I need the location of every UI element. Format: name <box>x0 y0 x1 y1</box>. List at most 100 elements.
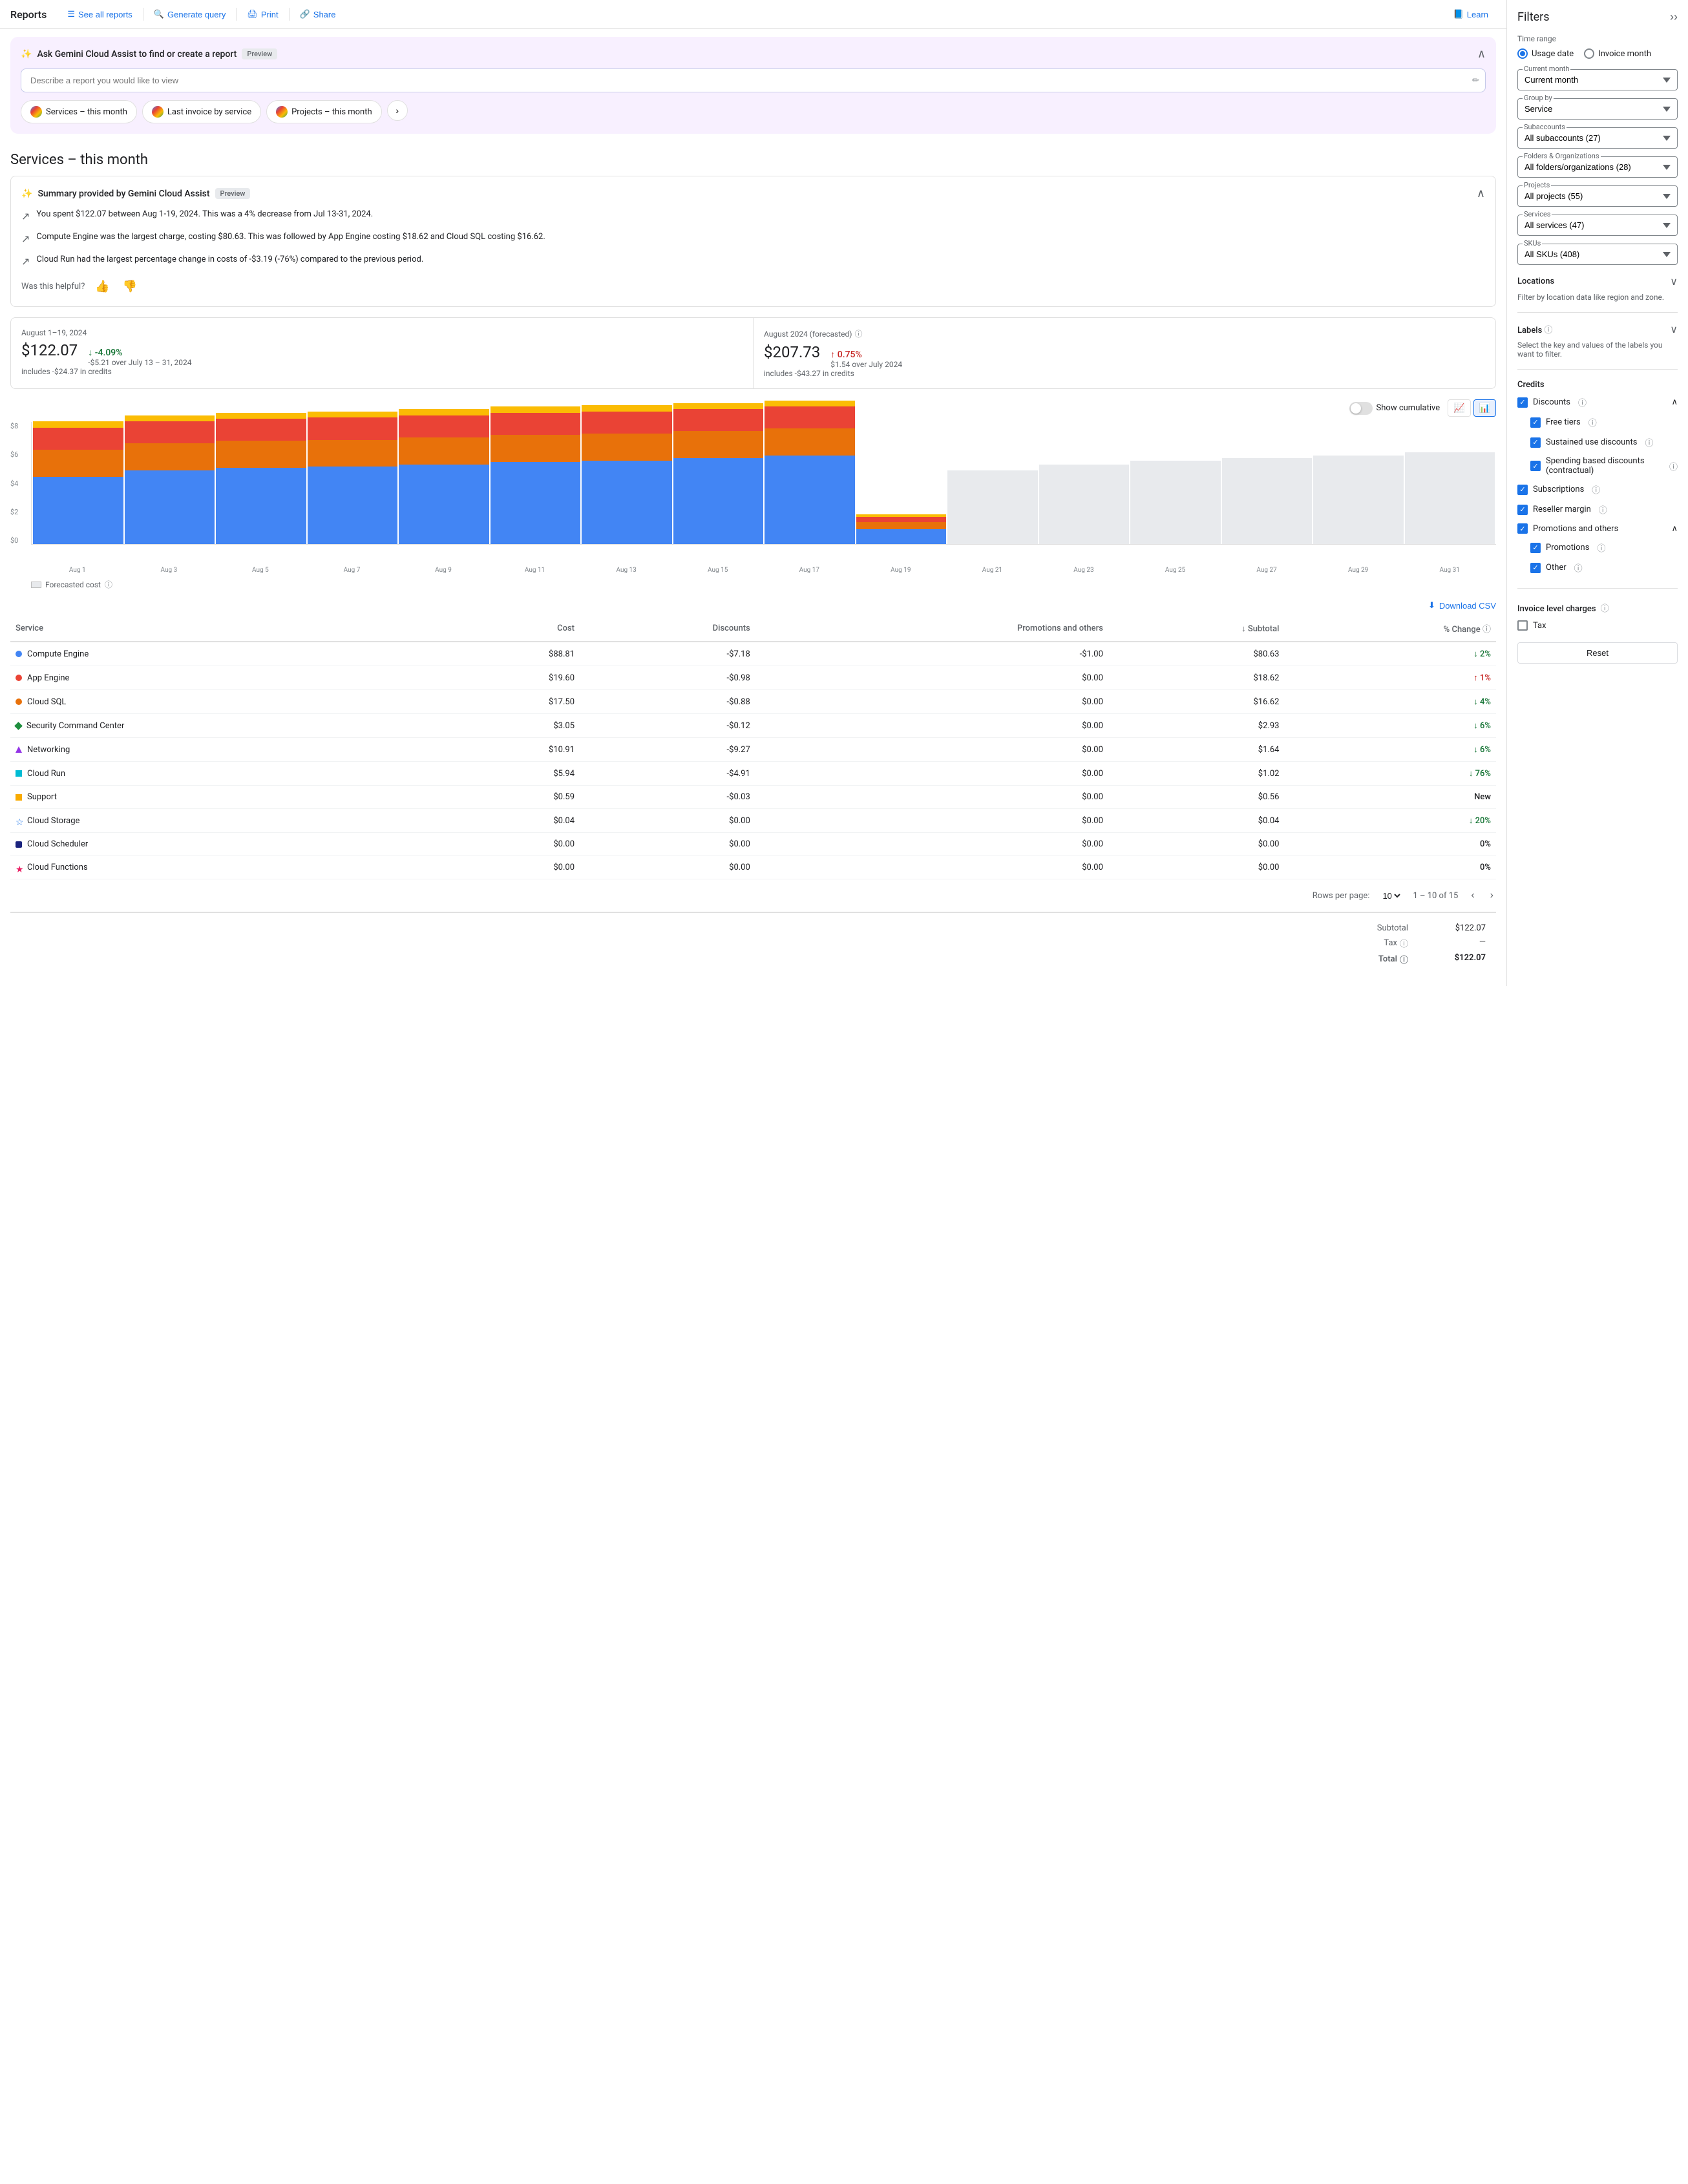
bar-group[interactable] <box>399 409 489 544</box>
bar-segment <box>216 419 306 441</box>
service-dot <box>16 746 22 753</box>
bar-segment <box>765 401 855 407</box>
download-csv-button[interactable]: ⬇ Download CSV <box>1428 600 1496 611</box>
bar-segment <box>399 437 489 465</box>
print-button[interactable]: 🖨 Print <box>239 5 286 23</box>
toggle-switch[interactable] <box>1349 402 1373 415</box>
chip-last-invoice[interactable]: Last invoice by service <box>142 100 261 123</box>
x-axis-label: Aug 17 <box>765 564 855 574</box>
chips-next-button[interactable]: › <box>387 100 408 121</box>
reseller-help-icon[interactable]: ⓘ <box>1599 503 1607 516</box>
share-button[interactable]: 🔗 Share <box>292 5 344 23</box>
bar-group[interactable] <box>673 403 764 544</box>
invoice-month-radio[interactable]: Invoice month <box>1584 48 1651 59</box>
learn-button[interactable]: 📘 Learn <box>1446 5 1496 23</box>
change-value: ↓ 76% <box>1469 769 1491 779</box>
locations-collapsible[interactable]: Locations ∨ <box>1517 273 1678 290</box>
skus-select-wrap: SKUs All SKUs (408) <box>1517 244 1678 265</box>
rows-per-page-select[interactable]: 10 25 50 <box>1380 890 1402 901</box>
metric-current-change-sub: -$5.21 over July 13 – 31, 2024 <box>88 358 191 367</box>
bar-group[interactable] <box>125 415 215 544</box>
bar-group[interactable] <box>947 470 1038 544</box>
bar-group[interactable] <box>1039 465 1130 545</box>
free-tiers-help-icon[interactable]: ⓘ <box>1588 416 1597 428</box>
col-service: Service <box>10 616 447 642</box>
promotions-help-icon[interactable]: ⓘ <box>1597 541 1605 554</box>
gemini-search-input[interactable] <box>21 68 1486 92</box>
time-range-section: Time range Usage date Invoice month <box>1517 34 1678 59</box>
bar-group[interactable] <box>1405 452 1495 545</box>
summary-collapse-button[interactable]: ∧ <box>1477 187 1485 200</box>
discounts-cell: -$0.03 <box>580 786 755 809</box>
invoice-charges-collapsible[interactable]: Invoice level charges ⓘ <box>1517 599 1678 616</box>
chip-services-month[interactable]: Services – this month <box>21 100 137 123</box>
thumbs-down-button[interactable]: 👎 <box>120 277 140 296</box>
bar-segment <box>125 443 215 470</box>
tax-checkbox[interactable] <box>1517 620 1528 631</box>
show-cumulative-toggle[interactable]: Show cumulative <box>1349 402 1440 415</box>
discounts-help-icon[interactable]: ⓘ <box>1578 396 1587 408</box>
prev-page-button[interactable]: ‹ <box>1468 887 1477 904</box>
reseller-checkbox[interactable]: ✓ <box>1517 505 1528 515</box>
bar-group[interactable] <box>216 413 306 544</box>
invoice-help-icon[interactable]: ⓘ <box>1601 604 1609 614</box>
total-help-icon[interactable]: ⓘ <box>1400 953 1408 965</box>
service-name: Cloud Storage <box>27 816 79 826</box>
promotions-others-chevron-icon: ∧ <box>1671 524 1678 534</box>
spending-checkbox[interactable]: ✓ <box>1530 461 1541 471</box>
bar-group[interactable] <box>765 401 855 544</box>
subscriptions-help-icon[interactable]: ⓘ <box>1592 483 1600 496</box>
sustained-checkbox[interactable]: ✓ <box>1530 437 1541 448</box>
labels-collapsible[interactable]: Labels ⓘ ∨ <box>1517 320 1678 338</box>
data-table: Service Cost Discounts Promotions and ot… <box>10 616 1496 879</box>
other-checkbox[interactable]: ✓ <box>1530 563 1541 573</box>
subtotal-cell: $0.04 <box>1108 809 1285 833</box>
bar-chart-button[interactable]: 📊 <box>1473 399 1496 417</box>
other-help-icon[interactable]: ⓘ <box>1574 562 1583 574</box>
tax-help-icon[interactable]: ⓘ <box>1400 937 1408 949</box>
generate-query-button[interactable]: 🔍 Generate query <box>146 5 234 23</box>
subtotal-value: $122.07 <box>1434 923 1486 933</box>
change-value: ↓ 6% <box>1473 721 1491 731</box>
chart-yaxis: $8 $6 $4 $2 $0 <box>10 422 28 545</box>
gemini-collapse-button[interactable]: ∧ <box>1477 47 1486 61</box>
total-value: $122.07 <box>1434 953 1486 965</box>
discounts-checkbox[interactable]: ✓ <box>1517 397 1528 408</box>
thumbs-up-button[interactable]: 👍 <box>92 277 112 296</box>
credits-collapsible[interactable]: Credits <box>1517 377 1678 392</box>
promotions-others-checkbox[interactable]: ✓ <box>1517 523 1528 534</box>
usage-date-radio[interactable]: Usage date <box>1517 48 1574 59</box>
subtotal-cell: $18.62 <box>1108 666 1285 690</box>
cost-cell: $0.00 <box>447 833 580 856</box>
bar-group[interactable] <box>1130 461 1221 544</box>
x-axis-label: Aug 1 <box>32 564 123 574</box>
forecast-help-icon[interactable]: ⓘ <box>105 579 112 590</box>
spending-help-icon[interactable]: ⓘ <box>1669 460 1678 472</box>
promotions-cell: $0.00 <box>755 690 1108 714</box>
bar-group[interactable] <box>491 406 581 544</box>
bar-group[interactable] <box>1313 456 1404 544</box>
bar-group[interactable] <box>582 405 672 544</box>
bar-group[interactable] <box>1222 458 1313 544</box>
bar-group[interactable] <box>308 412 398 544</box>
locations-desc: Filter by location data like region and … <box>1517 293 1678 302</box>
free-tiers-checkbox[interactable]: ✓ <box>1530 417 1541 428</box>
sustained-help-icon[interactable]: ⓘ <box>1645 436 1653 448</box>
sidebar-expand-button[interactable]: ›› <box>1670 10 1678 24</box>
bar-group[interactable] <box>856 514 947 544</box>
chip-projects-month[interactable]: Projects – this month <box>266 100 382 123</box>
line-chart-button[interactable]: 📈 <box>1448 399 1470 417</box>
change-help-icon[interactable]: ⓘ <box>1482 625 1491 635</box>
promotions-checkbox[interactable]: ✓ <box>1530 543 1541 553</box>
labels-help-icon[interactable]: ⓘ <box>1545 326 1553 335</box>
discounts-cell: -$0.98 <box>580 666 755 690</box>
reset-button[interactable]: Reset <box>1517 642 1678 664</box>
forecast-help-icon[interactable]: ⓘ <box>854 328 862 339</box>
subscriptions-checkbox[interactable]: ✓ <box>1517 485 1528 495</box>
bar-forecast-segment <box>1039 465 1130 545</box>
see-all-reports-button[interactable]: ☰ See all reports <box>59 5 140 23</box>
metric-current-period: August 1–19, 2024 <box>21 328 743 337</box>
service-name: Support <box>27 792 57 802</box>
bar-group[interactable] <box>33 421 123 544</box>
next-page-button[interactable]: › <box>1488 887 1496 904</box>
